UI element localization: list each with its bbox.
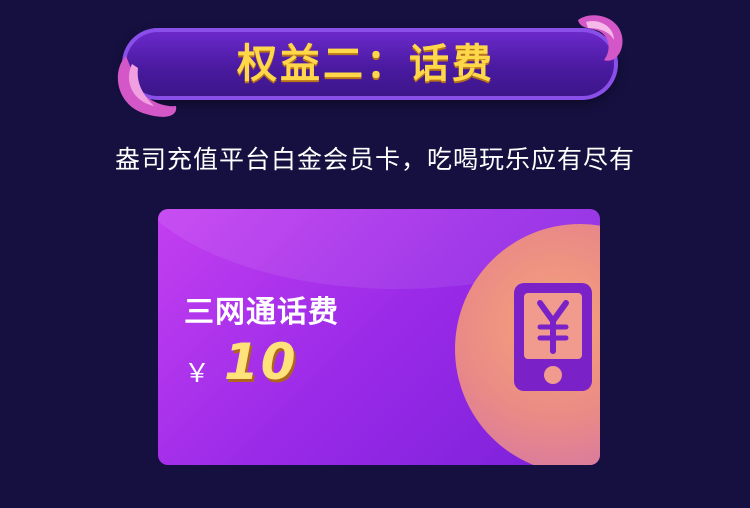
banner-title: 权益二：话费	[237, 41, 495, 87]
section-banner: 权益二：话费	[112, 15, 623, 117]
phone-bill-card[interactable]: 三网通话费 ￥ 10	[158, 209, 600, 465]
currency-symbol: ￥	[184, 359, 211, 389]
subtitle: 盎司充值平台白金会员卡，吃喝玩乐应有尽有	[114, 145, 635, 174]
amount-value: 10	[224, 333, 298, 391]
phone-yuan-icon	[514, 283, 592, 391]
card-title: 三网通话费	[184, 295, 339, 330]
